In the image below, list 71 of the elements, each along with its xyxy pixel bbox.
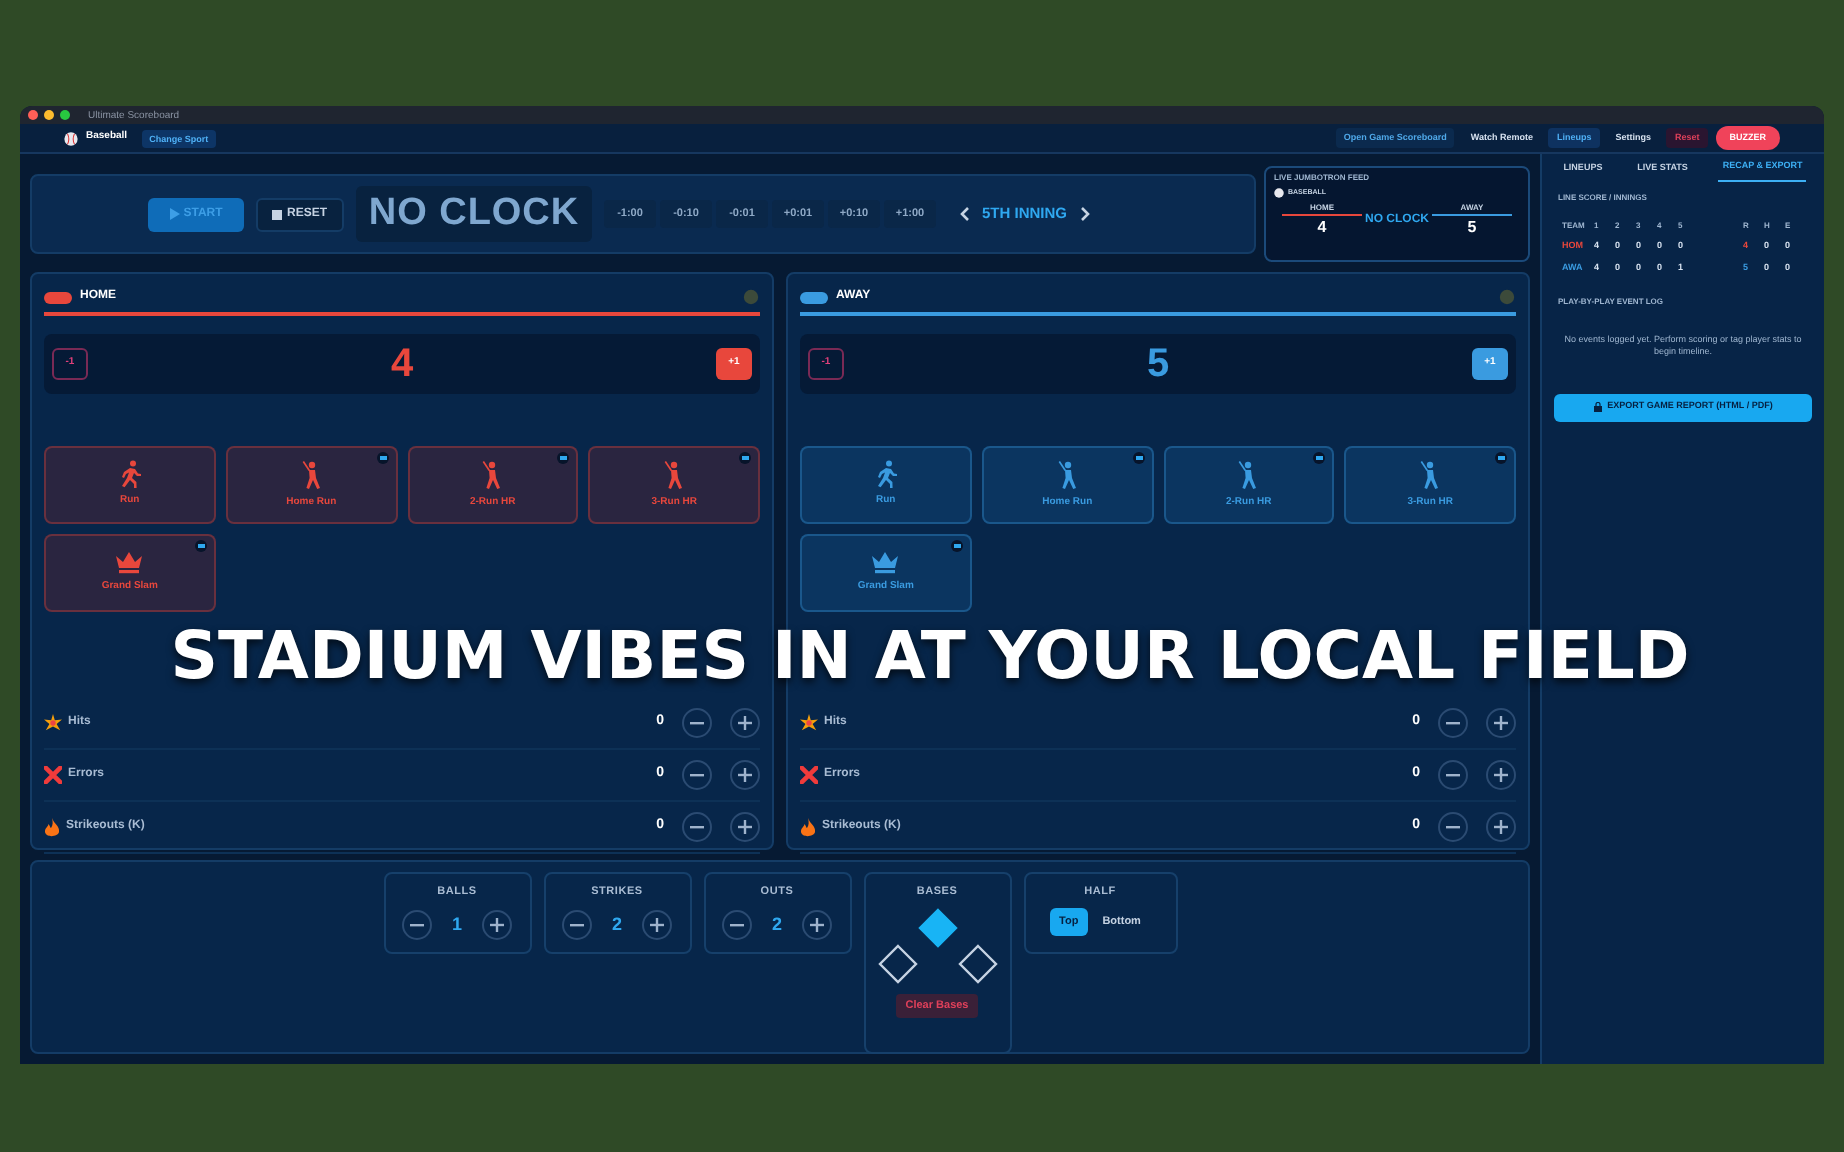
increment-button[interactable]: [802, 910, 832, 941]
decrement-button[interactable]: [1438, 812, 1468, 842]
runner-icon: [117, 460, 142, 489]
stop-icon: [272, 209, 283, 219]
jumbotron-score: 5: [1467, 216, 1477, 241]
batter-icon: [1055, 459, 1080, 490]
base-icon[interactable]: [957, 944, 997, 985]
cross-icon: [44, 766, 62, 784]
team-score: 5: [1146, 340, 1170, 390]
count-value: 2: [611, 912, 622, 938]
increment-button[interactable]: [1486, 708, 1516, 738]
minus-icon: [1446, 721, 1460, 725]
lock-icon: [1593, 402, 1602, 412]
increment-button[interactable]: [482, 910, 512, 941]
decrement-button[interactable]: [682, 812, 712, 842]
increment-button[interactable]: [730, 812, 760, 842]
team-score: 4: [390, 340, 414, 390]
increment-button[interactable]: [730, 760, 760, 790]
flame-icon: [800, 817, 816, 837]
decrement-button[interactable]: [1438, 760, 1468, 790]
base-icon[interactable]: [877, 944, 917, 985]
increment-button[interactable]: [1486, 760, 1516, 790]
chevron-right-icon[interactable]: [1079, 206, 1090, 222]
play-icon: [169, 208, 180, 220]
decrement-button[interactable]: [721, 910, 752, 941]
plus-icon: [650, 918, 664, 933]
minus-icon: [729, 923, 744, 928]
plus-icon: [738, 820, 752, 834]
minus-icon: [409, 923, 424, 928]
batter-icon: [299, 459, 324, 490]
decrement-button[interactable]: [682, 708, 712, 738]
runner-icon: [873, 460, 898, 489]
decrement-button[interactable]: [1438, 708, 1468, 738]
decrement-button[interactable]: [682, 760, 712, 790]
decrement-button[interactable]: [561, 910, 592, 941]
minus-icon: [690, 721, 704, 725]
plus-icon: [1494, 820, 1508, 834]
burst-icon: [800, 714, 818, 732]
plus-icon: [738, 716, 752, 730]
flame-icon: [44, 817, 60, 837]
minus-icon: [569, 923, 584, 928]
minus-icon: [690, 825, 704, 829]
crown-icon: [870, 550, 901, 575]
baseball-icon: [64, 131, 78, 145]
increment-button[interactable]: [1486, 812, 1516, 842]
batter-icon: [1418, 459, 1443, 490]
decrement-button[interactable]: [401, 910, 432, 941]
minus-icon: [690, 773, 704, 777]
increment-button[interactable]: [642, 910, 672, 941]
cross-icon: [800, 766, 818, 784]
count-value: 2: [771, 912, 782, 938]
baseball-icon: [1274, 188, 1284, 199]
burst-icon: [44, 714, 62, 732]
crown-icon: [114, 550, 145, 575]
count-value: 1: [451, 912, 462, 938]
batter-icon: [1236, 459, 1261, 490]
increment-button[interactable]: [730, 708, 760, 738]
base-icon[interactable]: [917, 908, 957, 949]
chevron-left-icon[interactable]: [960, 206, 970, 222]
jumbotron-score: 4: [1317, 216, 1327, 241]
minus-icon: [1446, 825, 1460, 829]
headline: STADIUM VIBES IN AT YOUR LOCAL FIELD: [168, 622, 1692, 688]
plus-icon: [1494, 716, 1508, 730]
plus-icon: [738, 768, 752, 782]
plus-icon: [490, 918, 504, 933]
plus-icon: [1494, 768, 1508, 782]
minus-icon: [1446, 773, 1460, 777]
clock-display: NO CLOCK: [356, 186, 592, 242]
batter-icon: [480, 459, 505, 490]
plus-icon: [810, 918, 824, 933]
batter-icon: [662, 459, 687, 490]
